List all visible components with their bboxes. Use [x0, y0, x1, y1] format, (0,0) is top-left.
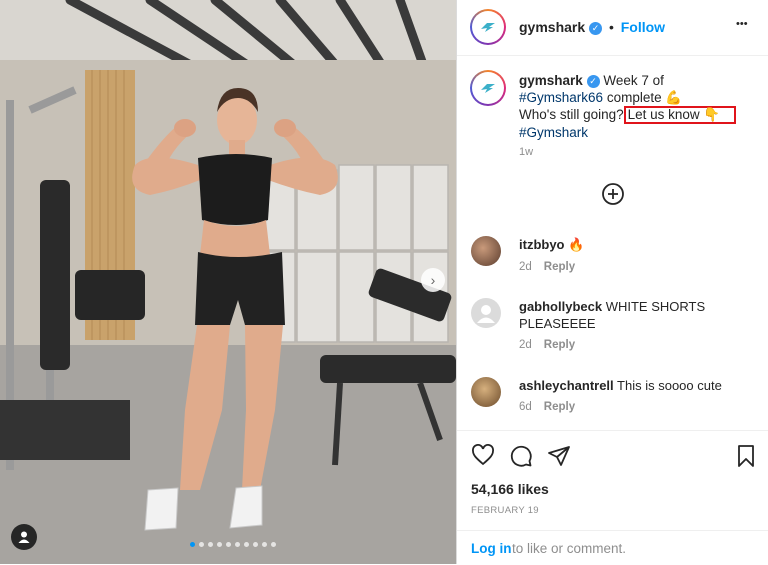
login-footer: Log in to like or comment. — [457, 530, 768, 565]
comment-item: itzbbyo 🔥 2d Reply — [471, 236, 761, 281]
next-slide-button[interactable]: › — [421, 268, 445, 292]
header-separator: • — [608, 19, 614, 35]
verified-badge-icon: ✓ — [589, 21, 603, 35]
caption-username[interactable]: gymshark — [519, 73, 583, 88]
carousel-dot — [262, 542, 267, 547]
comment-button[interactable] — [509, 444, 533, 473]
verified-badge-icon: ✓ — [586, 74, 600, 88]
tagged-users-button[interactable] — [11, 524, 37, 550]
caption-block: gymshark ✓ Week 7 of #Gymshark66 complet… — [457, 56, 768, 166]
post-date: FEBRUARY 19 — [471, 505, 539, 516]
commenter-avatar[interactable] — [471, 377, 501, 407]
account-avatar[interactable] — [470, 9, 506, 45]
comment-username[interactable]: itzbbyo — [519, 237, 565, 252]
comment-username[interactable]: gabhollybeck — [519, 299, 602, 314]
comment-item: gabhollybeck WHITE SHORTS PLEASEEEE 2d Re… — [471, 298, 761, 358]
comment-time: 2d — [519, 261, 532, 273]
action-bar — [457, 430, 768, 479]
commenter-avatar[interactable] — [471, 298, 501, 328]
carousel-dot — [271, 542, 276, 547]
carousel-dot — [244, 542, 249, 547]
gymshark-logo-icon — [481, 84, 495, 93]
paper-plane-icon — [548, 446, 570, 466]
comment-time: 6d — [519, 401, 532, 413]
chevron-right-icon: › — [430, 272, 436, 288]
user-icon — [18, 531, 30, 543]
post-header: gymshark ✓ • Follow ••• — [457, 0, 768, 56]
comment-item: ashleychantrell This is soooo cute 6d Rep… — [471, 377, 761, 422]
caption-avatar[interactable] — [470, 70, 506, 106]
comment-text: This is soooo cute — [617, 378, 722, 393]
carousel-dot — [208, 542, 213, 547]
caption-line2: complete 💪 — [606, 90, 683, 105]
carousel-dot — [199, 542, 204, 547]
likes-count[interactable]: 54,166 likes — [471, 481, 549, 497]
post-image: › — [0, 0, 456, 564]
hashtag-link[interactable]: #Gymshark — [519, 125, 588, 140]
carousel-dot — [226, 542, 231, 547]
account-username[interactable]: gymshark — [519, 19, 585, 35]
caption-line1: Week 7 of — [603, 73, 664, 88]
heart-icon — [472, 444, 494, 466]
login-prompt: to like or comment. — [512, 541, 627, 556]
gymshark-logo-icon — [481, 23, 495, 32]
more-options-icon[interactable]: ••• — [736, 18, 748, 30]
follow-button[interactable]: Follow — [621, 19, 665, 35]
speech-bubble-icon — [510, 445, 532, 467]
commenter-avatar[interactable] — [471, 236, 501, 266]
carousel-dot — [190, 542, 195, 547]
load-more-comments-button[interactable] — [601, 182, 625, 211]
save-button[interactable] — [736, 444, 756, 473]
caption-timestamp: 1w — [519, 146, 534, 158]
carousel-dots — [190, 542, 276, 547]
carousel-dot — [253, 542, 258, 547]
reply-button[interactable]: Reply — [544, 339, 575, 351]
like-button[interactable] — [471, 444, 495, 471]
caption-line3: Who's still going? — [519, 107, 624, 122]
share-button[interactable] — [547, 444, 571, 473]
login-link[interactable]: Log in — [471, 541, 512, 556]
hashtag-link[interactable]: #Gymshark66 — [519, 90, 603, 105]
carousel-dot — [217, 542, 222, 547]
highlighted-cta: Let us know 👇 — [623, 106, 737, 124]
default-avatar-icon — [477, 305, 495, 323]
carousel-dot — [235, 542, 240, 547]
plus-circle-icon — [602, 183, 624, 205]
caption-text: gymshark ✓ Week 7 of #Gymshark66 complet… — [519, 72, 759, 141]
comment-text: 🔥 — [568, 237, 585, 252]
reply-button[interactable]: Reply — [544, 261, 575, 273]
reply-button[interactable]: Reply — [544, 401, 575, 413]
bookmark-icon — [738, 445, 754, 467]
comment-time: 2d — [519, 339, 532, 351]
comment-username[interactable]: ashleychantrell — [519, 378, 614, 393]
post-sidebar: gymshark ✓ • Follow ••• gymshark ✓ Week … — [456, 0, 768, 564]
gym-photo-illustration — [0, 0, 456, 564]
